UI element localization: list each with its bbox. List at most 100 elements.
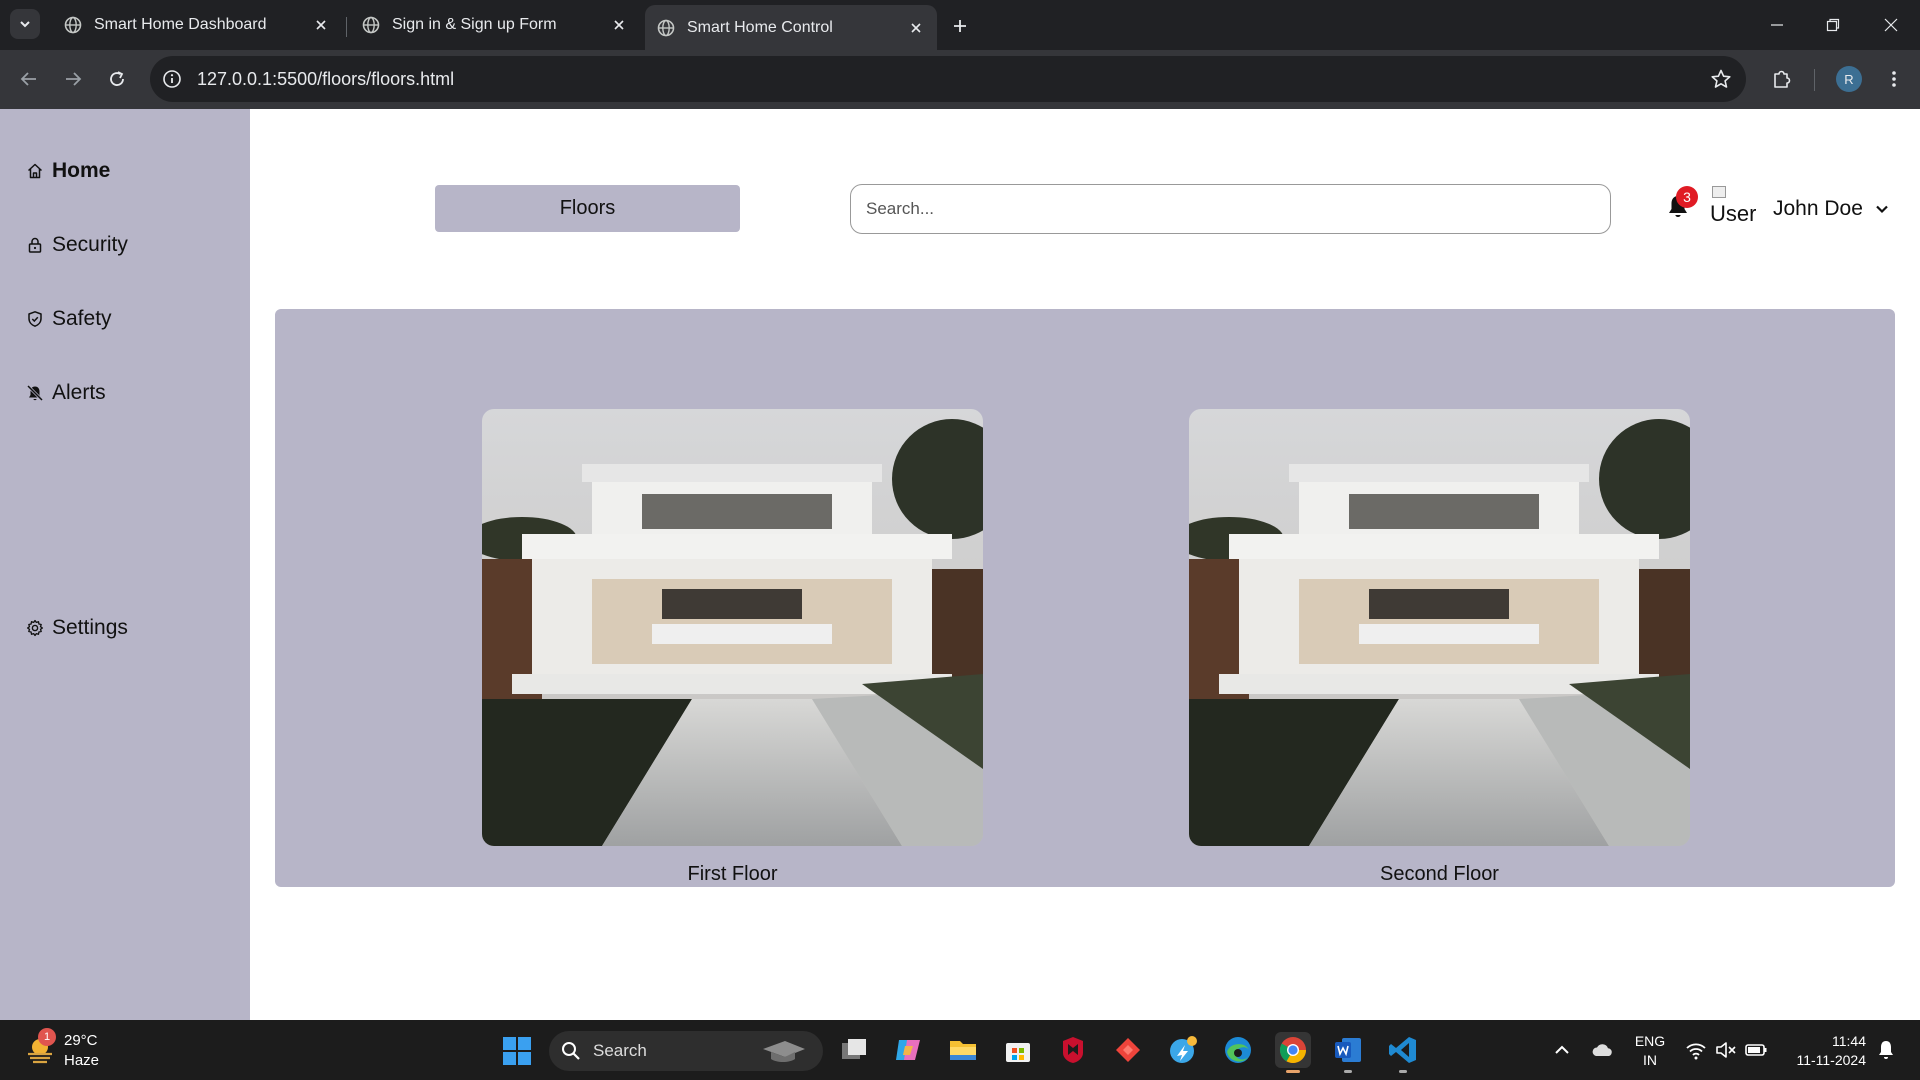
tab-title: Smart Home Control xyxy=(687,18,833,36)
tab-sign-in-form[interactable]: Sign in & Sign up Form xyxy=(350,7,640,43)
reload-icon xyxy=(110,71,124,86)
weather-badge: 1 xyxy=(38,1028,56,1046)
sidebar-item-label: Home xyxy=(52,159,111,182)
chat-app-icon xyxy=(1170,1036,1197,1063)
close-icon[interactable] xyxy=(312,16,330,34)
house-image[interactable] xyxy=(1189,409,1690,846)
arrow-left-icon xyxy=(20,72,36,86)
close-icon[interactable] xyxy=(907,19,925,37)
restore-button[interactable] xyxy=(1818,10,1848,40)
tab-title: Smart Home Dashboard xyxy=(94,16,267,33)
floors-button[interactable]: Floors xyxy=(435,185,740,232)
microsoft-store-button[interactable] xyxy=(1000,1032,1036,1068)
chevron-down-icon[interactable] xyxy=(1872,199,1892,219)
floor-card-first[interactable]: First Floor xyxy=(482,409,983,885)
bell-slash-icon xyxy=(26,384,44,402)
windows-start-icon[interactable] xyxy=(502,1036,532,1066)
forward-button[interactable] xyxy=(58,64,88,94)
search-icon xyxy=(562,1042,580,1060)
notification-bell-icon[interactable] xyxy=(1874,1038,1898,1062)
new-tab-button[interactable] xyxy=(946,12,974,40)
word-icon xyxy=(1335,1038,1361,1062)
sidebar-item-alerts[interactable]: Alerts xyxy=(26,381,106,405)
star-icon[interactable] xyxy=(1710,68,1732,90)
folder-icon xyxy=(950,1041,976,1060)
sidebar-item-settings[interactable]: Settings xyxy=(26,616,128,640)
volume-muted-icon[interactable] xyxy=(1714,1038,1738,1062)
tab-separator xyxy=(346,17,347,37)
vscode-button[interactable] xyxy=(1385,1032,1421,1068)
tab-smart-home-control[interactable]: Smart Home Control xyxy=(645,5,937,50)
tab-search-button[interactable] xyxy=(10,9,40,39)
browser-tab-bar: Smart Home Dashboard Sign in & Sign up F… xyxy=(0,0,1920,50)
globe-icon xyxy=(657,19,675,36)
close-icon[interactable] xyxy=(610,16,628,34)
floor-label: First Floor xyxy=(687,863,778,885)
language-indicator[interactable]: ENG IN xyxy=(1632,1032,1668,1070)
file-explorer-button[interactable] xyxy=(945,1032,981,1068)
globe-icon xyxy=(64,16,82,34)
task-view-icon xyxy=(842,1039,866,1059)
window-close-button[interactable] xyxy=(1876,10,1906,40)
edge-button[interactable] xyxy=(1220,1032,1256,1068)
browser-toolbar: 127.0.0.1:5500/floors/floors.html xyxy=(0,50,1920,109)
more-vertical-icon xyxy=(1892,71,1896,87)
plus-icon xyxy=(954,20,966,32)
wifi-icon[interactable] xyxy=(1684,1038,1708,1062)
user-name[interactable]: John Doe xyxy=(1773,197,1863,221)
active-app-indicator xyxy=(1286,1070,1300,1073)
floors-panel: First Floor Second Floor xyxy=(275,309,1895,887)
info-icon[interactable] xyxy=(162,69,182,89)
date: 11-11-2024 xyxy=(1796,1052,1866,1068)
sidebar-item-safety[interactable]: Safety xyxy=(26,307,112,331)
house-image[interactable] xyxy=(482,409,983,846)
task-view-button[interactable] xyxy=(836,1032,872,1068)
close-icon xyxy=(1884,18,1898,32)
broken-image-icon xyxy=(1712,186,1726,198)
taskbar: 1 29°C Haze Search ENG IN 11:44 11-11-20… xyxy=(0,1020,1920,1080)
clock[interactable]: 11:44 11-11-2024 xyxy=(1776,1032,1866,1070)
chevron-up-icon[interactable] xyxy=(1550,1038,1574,1062)
browser-menu-button[interactable] xyxy=(1880,65,1908,93)
mcafee-button[interactable] xyxy=(1055,1032,1091,1068)
vscode-icon xyxy=(1389,1037,1416,1063)
notification-badge: 3 xyxy=(1676,186,1698,208)
tab-smart-home-dashboard[interactable]: Smart Home Dashboard xyxy=(52,7,342,43)
profile-avatar[interactable]: R xyxy=(1836,66,1862,92)
gear-icon xyxy=(26,619,44,637)
extensions-button[interactable] xyxy=(1768,65,1796,93)
avatar-alt-text: User xyxy=(1710,201,1756,226)
anydesk-button[interactable] xyxy=(1110,1032,1146,1068)
taskbar-search[interactable]: Search xyxy=(549,1031,823,1071)
avatar[interactable]: User xyxy=(1710,184,1756,234)
sidebar-item-home[interactable]: Home xyxy=(26,159,110,183)
chrome-icon xyxy=(1279,1037,1307,1064)
graduation-cap-icon xyxy=(763,1041,805,1062)
search-input[interactable] xyxy=(850,184,1611,234)
battery-icon[interactable] xyxy=(1744,1038,1768,1062)
globe-icon xyxy=(362,16,380,34)
minimize-button[interactable] xyxy=(1762,10,1792,40)
copilot-button[interactable] xyxy=(890,1032,926,1068)
onedrive-cloud-icon[interactable] xyxy=(1590,1038,1614,1062)
back-button[interactable] xyxy=(14,64,44,94)
mcafee-icon xyxy=(1063,1037,1083,1063)
sidebar-item-security[interactable]: Security xyxy=(26,233,128,257)
toolbar-separator xyxy=(1814,69,1815,91)
anydesk-icon xyxy=(1116,1038,1140,1062)
sidebar-item-label: Settings xyxy=(52,616,128,639)
taskbar-search-label: Search xyxy=(593,1041,647,1060)
sidebar-item-label: Safety xyxy=(52,307,112,330)
floor-card-second[interactable]: Second Floor xyxy=(1189,409,1690,885)
reload-button[interactable] xyxy=(102,64,132,94)
edge-icon xyxy=(1225,1037,1251,1063)
address-bar[interactable]: 127.0.0.1:5500/floors/floors.html xyxy=(150,56,1746,102)
chrome-button[interactable] xyxy=(1275,1032,1311,1068)
restore-icon xyxy=(1826,18,1840,32)
lock-icon xyxy=(28,237,42,253)
tab-title: Sign in & Sign up Form xyxy=(392,16,557,33)
chevron-down-icon xyxy=(20,21,30,28)
chat-app-button[interactable] xyxy=(1165,1032,1201,1068)
url-text: 127.0.0.1:5500/floors/floors.html xyxy=(197,69,455,89)
word-button[interactable] xyxy=(1330,1032,1366,1068)
